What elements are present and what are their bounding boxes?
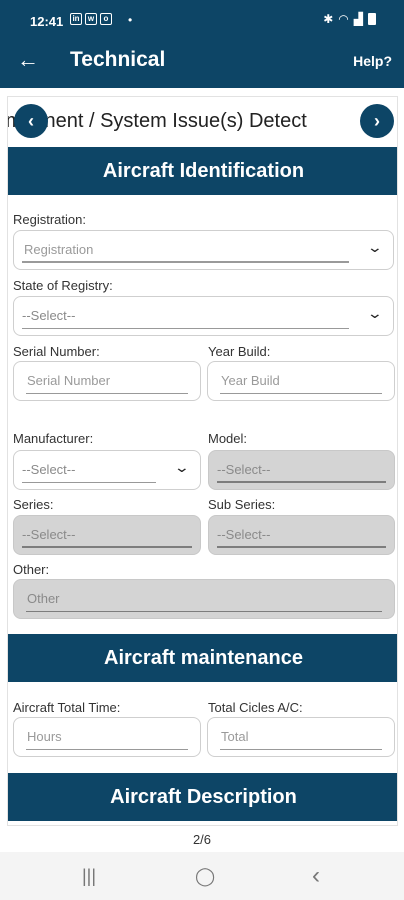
field-underline	[26, 393, 188, 394]
serial-number-label: Serial Number:	[13, 344, 100, 359]
model-label: Model:	[208, 431, 248, 446]
field-underline	[220, 749, 382, 750]
total-cycles-label: Total Cicles A/C:	[208, 700, 303, 715]
wifi-icon: ◠	[338, 12, 349, 26]
page-indicator: 2/6	[192, 832, 212, 847]
field-underline	[22, 546, 192, 548]
serial-number-placeholder: Serial Number	[27, 373, 111, 388]
field-underline	[22, 261, 349, 263]
year-build-input[interactable]: Year Build	[207, 361, 395, 401]
field-underline	[26, 611, 382, 612]
field-underline	[217, 481, 386, 483]
total-time-input[interactable]: Hours	[13, 717, 201, 757]
other-placeholder: Other	[27, 591, 60, 606]
system-status-icons: ✱ ◠ ▟	[323, 12, 376, 26]
status-bar: 12:41 in w o • ✱ ◠ ▟	[0, 0, 404, 40]
year-build-placeholder: Year Build	[221, 373, 280, 388]
serial-number-input[interactable]: Serial Number	[13, 361, 201, 401]
year-build-label: Year Build:	[208, 344, 271, 359]
section-aircraft-identification: Aircraft Identification	[8, 147, 397, 195]
total-time-placeholder: Hours	[27, 729, 62, 744]
form-card: Component / System Issue(s) Detect ‹ › A…	[7, 96, 398, 826]
sub-series-select[interactable]: --Select--	[208, 515, 395, 555]
recents-icon[interactable]: |||	[82, 866, 96, 887]
field-underline	[217, 546, 386, 548]
model-value: --Select--	[217, 462, 271, 477]
other-label: Other:	[13, 562, 50, 577]
chevron-down-icon: ⌄	[366, 305, 384, 321]
manufacturer-value: --Select--	[22, 462, 76, 477]
bluetooth-icon: ✱	[323, 12, 334, 26]
total-time-label: Aircraft Total Time:	[13, 700, 121, 715]
notification-dot: •	[128, 13, 133, 27]
field-underline	[26, 749, 188, 750]
model-select[interactable]: --Select--	[208, 450, 395, 490]
home-icon[interactable]: ◯	[195, 866, 215, 887]
system-navigation-bar: ||| ◯ ‹	[0, 852, 404, 900]
series-value: --Select--	[22, 527, 76, 542]
sub-series-value: --Select--	[217, 527, 271, 542]
total-cycles-placeholder: Total	[221, 729, 249, 744]
whatsapp-icon: w	[85, 13, 97, 25]
battery-icon	[368, 13, 376, 25]
chevron-down-icon: ⌄	[366, 239, 384, 255]
field-underline	[22, 328, 349, 329]
registration-placeholder: Registration	[24, 242, 94, 257]
page-title: Technical	[70, 48, 166, 71]
step-title: Component / System Issue(s) Detect	[8, 97, 397, 145]
next-step-button[interactable]: ›	[360, 104, 394, 138]
back-icon[interactable]: ‹	[312, 862, 320, 890]
instagram-icon: o	[100, 13, 112, 25]
registration-label: Registration:	[13, 212, 86, 227]
back-arrow-icon[interactable]: ←	[14, 46, 42, 74]
help-link[interactable]: Help?	[353, 53, 392, 69]
series-label: Series:	[13, 497, 54, 512]
chevron-down-icon: ⌄	[173, 459, 191, 475]
field-underline	[22, 482, 156, 483]
sub-series-label: Sub Series:	[208, 497, 276, 512]
manufacturer-select[interactable]: --Select-- ⌄	[13, 450, 201, 490]
linkedin-icon: in	[70, 13, 82, 25]
app-header: 12:41 in w o • ✱ ◠ ▟ ← Technical Help?	[0, 0, 404, 88]
status-time: 12:41	[30, 14, 64, 29]
step-title-text: Component / System Issue(s) Detect	[8, 110, 307, 132]
series-select[interactable]: --Select--	[13, 515, 201, 555]
notification-icons: in w o	[70, 13, 112, 25]
manufacturer-label: Manufacturer:	[13, 431, 94, 446]
state-of-registry-select[interactable]: --Select-- ⌄	[13, 296, 394, 336]
section-aircraft-description: Aircraft Description	[8, 773, 397, 821]
field-underline	[220, 393, 382, 394]
registration-select[interactable]: Registration ⌄	[13, 230, 394, 270]
section-aircraft-maintenance: Aircraft maintenance	[8, 634, 397, 682]
state-of-registry-label: State of Registry:	[13, 278, 113, 293]
state-of-registry-value: --Select--	[22, 308, 76, 323]
signal-icon: ▟	[353, 12, 363, 26]
previous-step-button[interactable]: ‹	[14, 104, 48, 138]
other-input[interactable]: Other	[13, 579, 395, 619]
total-cycles-input[interactable]: Total	[207, 717, 395, 757]
